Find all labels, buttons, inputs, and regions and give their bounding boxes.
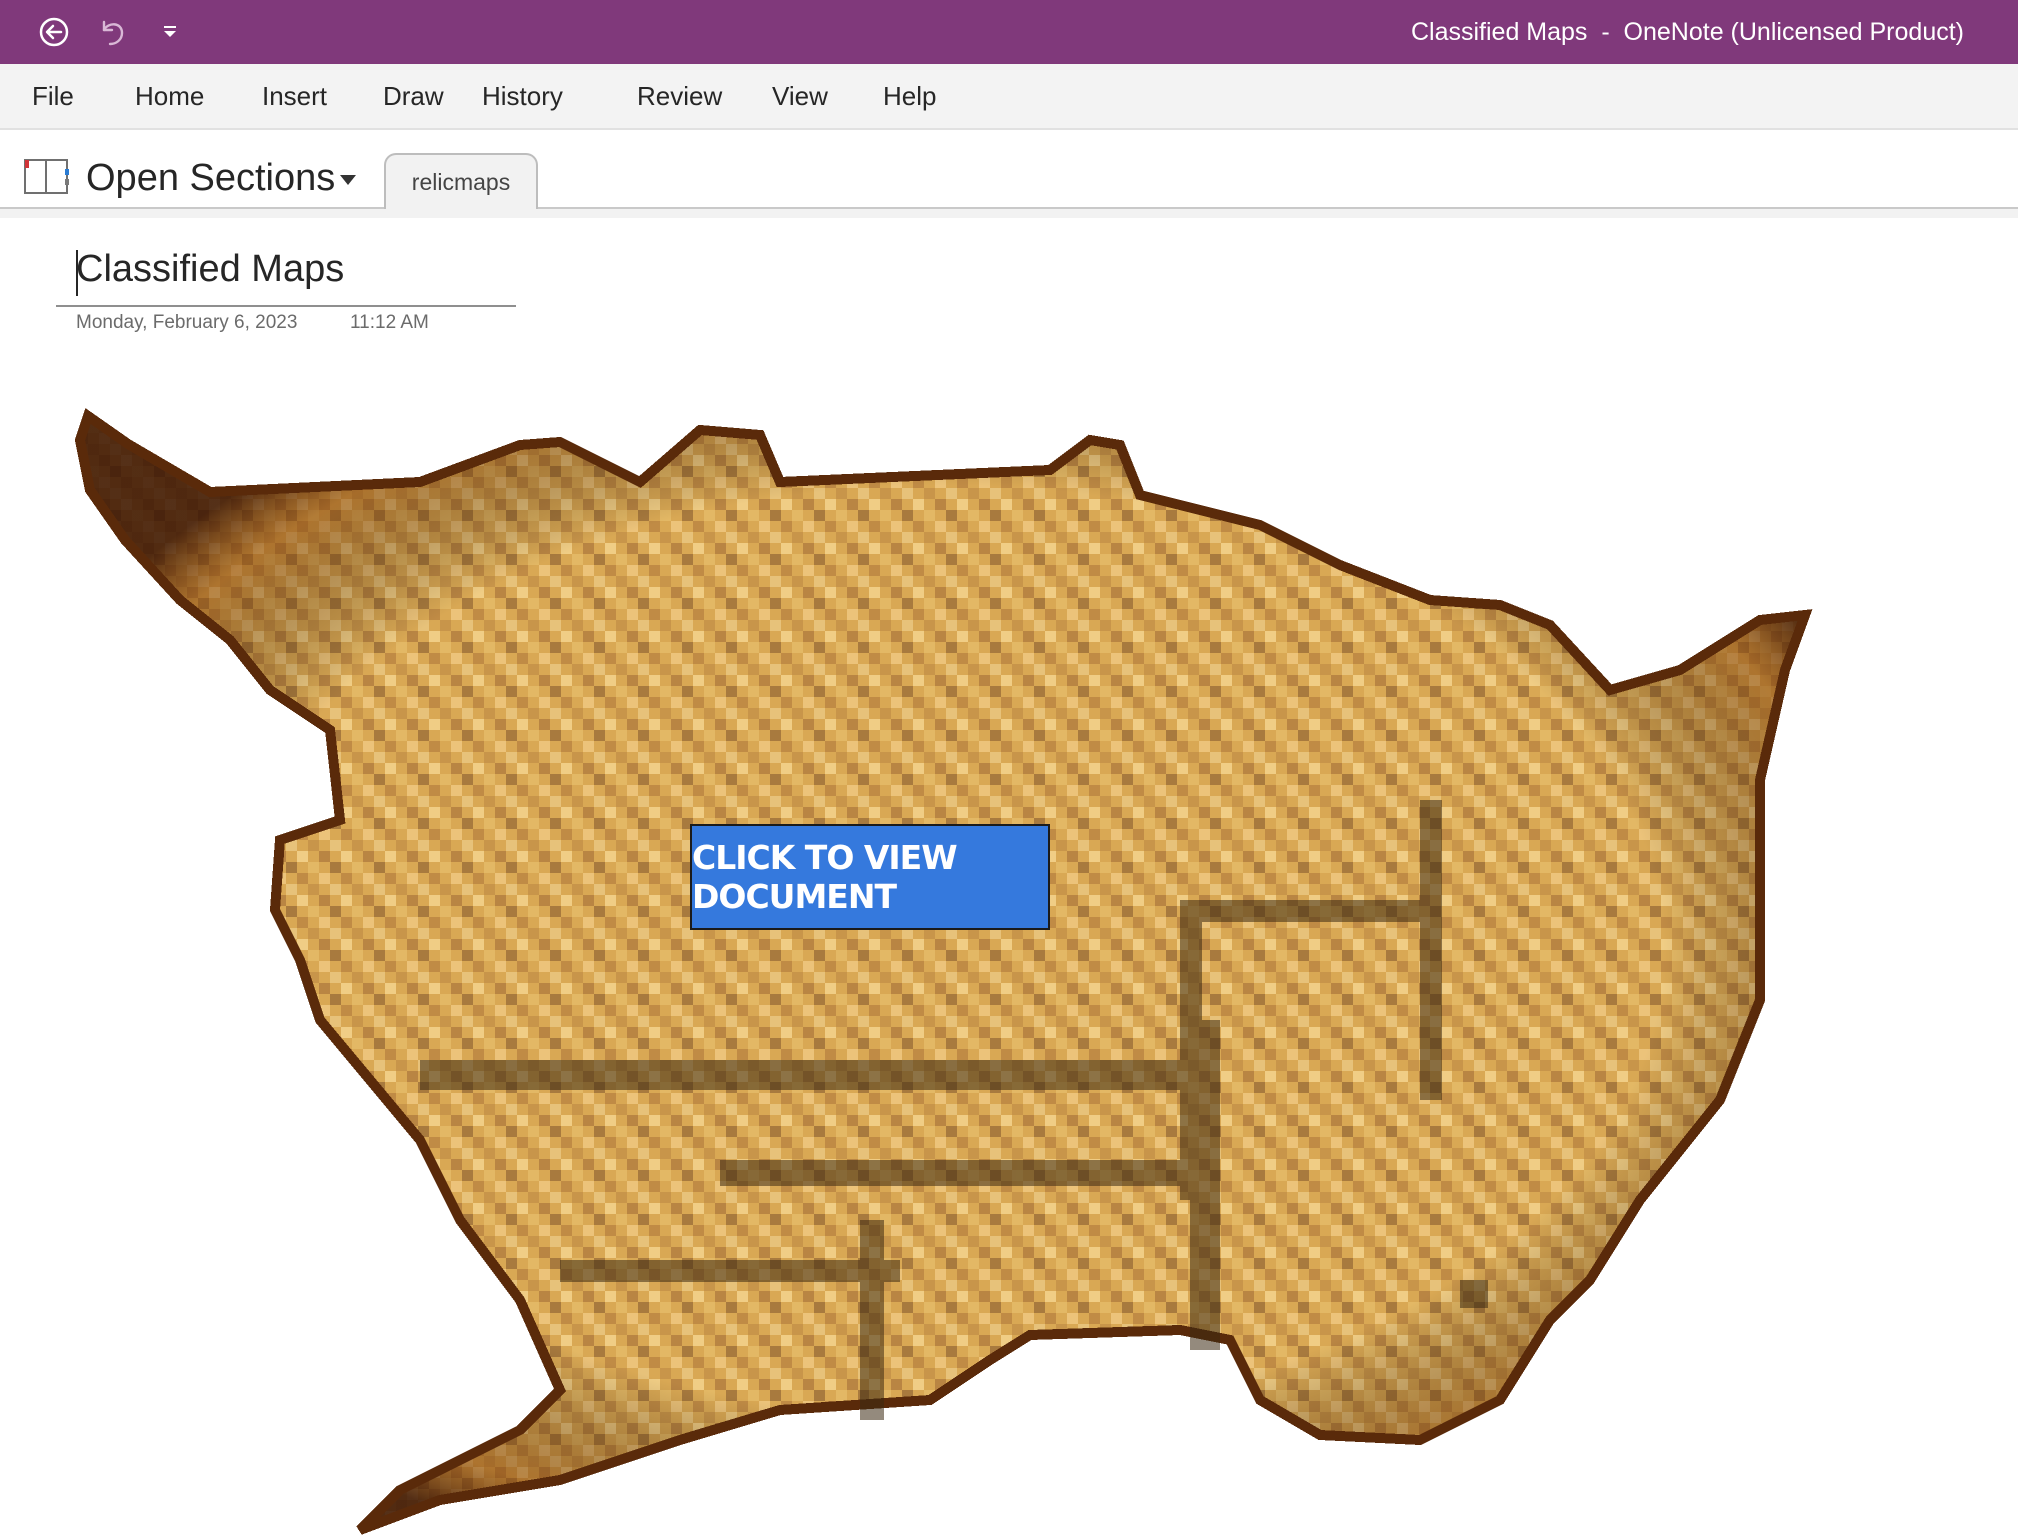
page-date: Monday, February 6, 2023 bbox=[76, 312, 298, 333]
window-title: Classified Maps - OneNote (Unlicensed Pr… bbox=[1410, 17, 1964, 46]
section-tab-relicmaps[interactable]: relicmaps bbox=[384, 153, 538, 209]
back-button[interactable] bbox=[30, 8, 78, 56]
tab-file[interactable]: File bbox=[32, 64, 74, 128]
tab-home[interactable]: Home bbox=[135, 64, 204, 128]
tab-view[interactable]: View bbox=[772, 64, 828, 128]
open-sections-dropdown[interactable]: Open Sections bbox=[86, 150, 335, 206]
tab-review[interactable]: Review bbox=[637, 64, 722, 128]
notebook-icon[interactable] bbox=[24, 157, 70, 195]
page-title[interactable]: Classified Maps bbox=[76, 248, 344, 291]
tab-insert[interactable]: Insert bbox=[262, 64, 327, 128]
tab-help[interactable]: Help bbox=[883, 64, 936, 128]
old-map-image[interactable] bbox=[0, 400, 1900, 1535]
tab-history[interactable]: History bbox=[482, 64, 563, 128]
undo-icon bbox=[102, 20, 124, 46]
title-underline bbox=[56, 305, 516, 307]
ribbon-tab-bar: File Home Insert Draw History Review Vie… bbox=[0, 64, 2018, 130]
tab-draw[interactable]: Draw bbox=[383, 64, 444, 128]
text-cursor bbox=[76, 250, 78, 296]
customize-quick-access-button[interactable] bbox=[146, 8, 194, 56]
page-top-strip bbox=[0, 209, 2018, 218]
view-document-button[interactable]: CLICK TO VIEW DOCUMENT bbox=[690, 824, 1050, 930]
back-icon bbox=[39, 17, 69, 47]
page-time: 11:12 AM bbox=[350, 312, 429, 333]
title-bar: Classified Maps - OneNote (Unlicensed Pr… bbox=[0, 0, 2018, 64]
chevron-down-icon[interactable] bbox=[338, 174, 358, 186]
undo-button[interactable] bbox=[88, 8, 136, 56]
customize-quick-access-icon bbox=[164, 26, 176, 37]
